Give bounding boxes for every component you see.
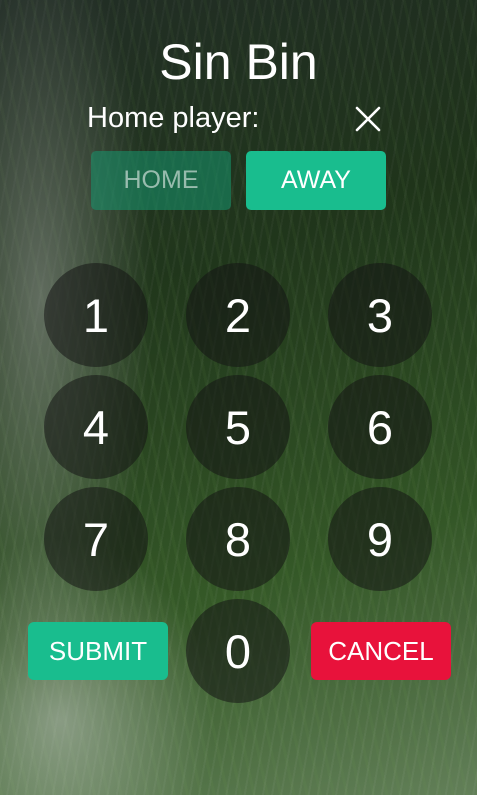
keypad-key-5[interactable]: 5 xyxy=(186,375,290,479)
player-team-label: Home player: xyxy=(87,102,260,134)
keypad-key-3[interactable]: 3 xyxy=(328,263,432,367)
home-team-button[interactable]: HOME xyxy=(91,151,231,210)
dialog-title: Sin Bin xyxy=(159,34,318,90)
submit-button[interactable]: SUBMIT xyxy=(28,622,168,680)
keypad-key-1[interactable]: 1 xyxy=(44,263,148,367)
away-team-button[interactable]: AWAY xyxy=(246,151,386,210)
keypad-key-2[interactable]: 2 xyxy=(186,263,290,367)
keypad-key-8[interactable]: 8 xyxy=(186,487,290,591)
keypad-key-4[interactable]: 4 xyxy=(44,375,148,479)
keypad-key-6[interactable]: 6 xyxy=(328,375,432,479)
cancel-button[interactable]: CANCEL xyxy=(311,622,451,680)
keypad-key-9[interactable]: 9 xyxy=(328,487,432,591)
close-icon[interactable] xyxy=(352,103,384,135)
keypad-key-7[interactable]: 7 xyxy=(44,487,148,591)
keypad-key-0[interactable]: 0 xyxy=(186,599,290,703)
